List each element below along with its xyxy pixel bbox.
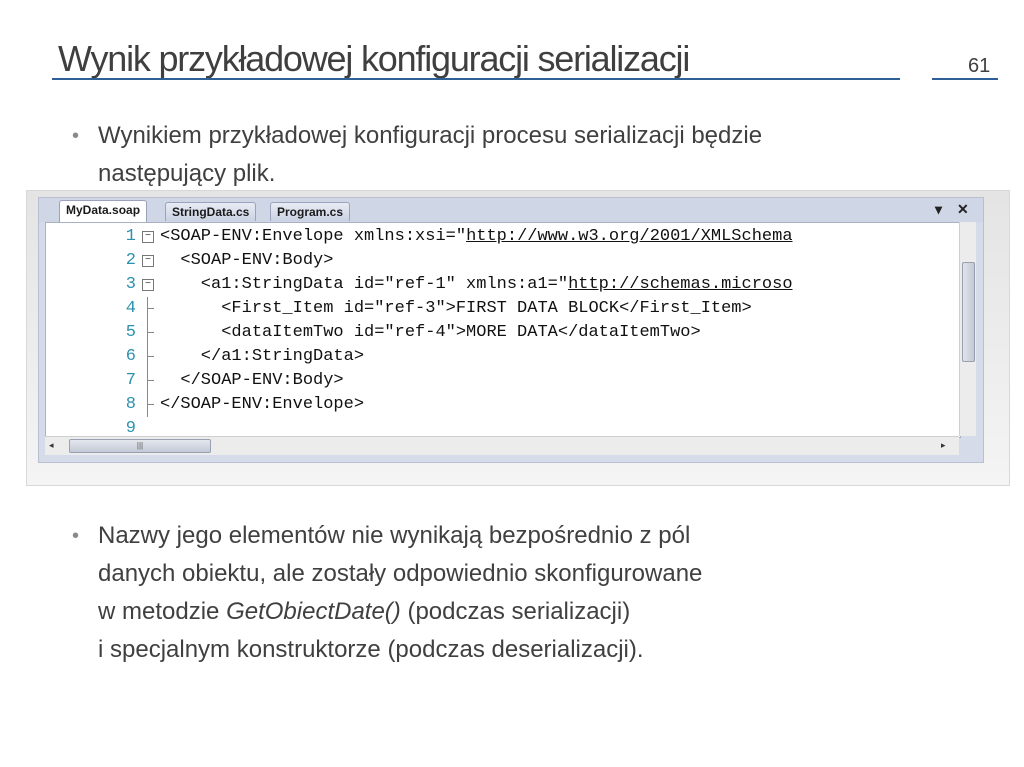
method-name: GetObiectDate(): [226, 598, 401, 625]
fold-guide-tick: [147, 332, 154, 333]
bullet-dot-icon: •: [72, 525, 80, 547]
slide-number: 61: [968, 55, 991, 77]
line-number: 9: [125, 419, 136, 438]
collapse-icon[interactable]: −: [142, 279, 154, 291]
code-segment: <First_Item id="ref-3">FIRST DATA BLOCK<…: [160, 299, 752, 318]
bullet-2-line-3-start: w metodzie: [98, 598, 227, 625]
horizontal-scrollbar-thumb[interactable]: |||: [69, 439, 211, 453]
code-line: 8 </SOAP-ENV:Envelope>: [46, 393, 960, 417]
vertical-scrollbar[interactable]: [959, 222, 976, 436]
code-segment: <SOAP-ENV:Envelope xmlns:xsi=": [160, 227, 467, 246]
code-text: <SOAP-ENV:Body>: [160, 249, 333, 273]
code-editor: MyData.soap StringData.cs Program.cs ▾ ✕…: [38, 197, 984, 463]
collapse-icon[interactable]: −: [142, 231, 154, 243]
bullet-2-line-4: i specjalnym konstruktorze (podczas dese…: [98, 636, 644, 663]
scroll-right-arrow-icon[interactable]: ▸: [941, 440, 946, 451]
code-text: <dataItemTwo id="ref-4">MORE DATA</dataI…: [160, 321, 701, 345]
line-number: 3: [125, 275, 136, 294]
line-number: 6: [125, 347, 136, 366]
vertical-scrollbar-thumb[interactable]: [962, 262, 975, 362]
close-icon[interactable]: ✕: [957, 201, 969, 218]
bullet-2-line-2: danych obiektu, ale zostały odpowiednio …: [98, 560, 703, 587]
code-url-link[interactable]: http://www.w3.org/2001/XMLSchema: [466, 227, 792, 246]
bullet-2-line-3-end: (podczas serializacji): [400, 598, 631, 625]
code-text: <SOAP-ENV:Envelope xmlns:xsi="http://www…: [160, 225, 793, 249]
code-segment: <a1:StringData id="ref-1" xmlns:a1=": [160, 275, 569, 294]
editor-tab-bar: MyData.soap StringData.cs Program.cs ▾ ✕: [39, 198, 983, 222]
bullet-1-line-1: Wynikiem przykładowej konfiguracji proce…: [98, 122, 763, 149]
code-line: 2− <SOAP-ENV:Body>: [46, 249, 960, 273]
line-number: 5: [125, 323, 136, 342]
code-text: <a1:StringData id="ref-1" xmlns:a1="http…: [160, 273, 793, 297]
line-number: 7: [125, 371, 136, 390]
line-number: 2: [125, 251, 136, 270]
slide-title: Wynik przykładowej konfiguracji serializ…: [58, 38, 690, 79]
tab-mydata-soap[interactable]: MyData.soap: [59, 200, 148, 222]
code-text: </SOAP-ENV:Body>: [160, 369, 344, 393]
code-text: </a1:StringData>: [160, 345, 364, 369]
line-number: 4: [125, 299, 136, 318]
code-segment: <SOAP-ENV:Body>: [160, 251, 334, 270]
fold-guide-tick: [147, 380, 154, 381]
fold-guide: [147, 321, 148, 345]
line-number: 1: [125, 227, 136, 246]
code-line: 5 <dataItemTwo id="ref-4">MORE DATA</dat…: [46, 321, 960, 345]
fold-guide-tick: [147, 356, 154, 357]
collapse-icon[interactable]: −: [142, 255, 154, 267]
code-area[interactable]: 1− <SOAP-ENV:Envelope xmlns:xsi="http://w…: [45, 222, 961, 438]
fold-guide: [147, 393, 148, 417]
slide-number-underline: [932, 78, 998, 80]
code-text: </SOAP-ENV:Envelope>: [160, 393, 364, 417]
fold-guide-tick: [147, 404, 154, 405]
bullet-2-line-1: Nazwy jego elementów nie wynikają bezpoś…: [98, 522, 691, 549]
bullet-dot-icon: •: [72, 125, 80, 147]
code-line: 7 </SOAP-ENV:Body>: [46, 369, 960, 393]
tab-stringdata-cs[interactable]: StringData.cs: [165, 202, 257, 221]
code-url-link[interactable]: http://schemas.microso: [568, 275, 792, 294]
code-line: 3− <a1:StringData id="ref-1" xmlns:a1="h…: [46, 273, 960, 297]
fold-guide: [147, 297, 148, 321]
bullet-1-line-2: następujący plik.: [98, 160, 276, 187]
code-text: <First_Item id="ref-3">FIRST DATA BLOCK<…: [160, 297, 752, 321]
line-number: 8: [125, 395, 136, 414]
scroll-left-arrow-icon[interactable]: ◂: [49, 440, 54, 451]
code-line: 4 <First_Item id="ref-3">FIRST DATA BLOC…: [46, 297, 960, 321]
title-underline: [52, 78, 900, 80]
code-segment: </SOAP-ENV:Body>: [160, 371, 344, 390]
code-segment: </a1:StringData>: [160, 347, 365, 366]
code-segment: <dataItemTwo id="ref-4">MORE DATA</dataI…: [160, 323, 701, 342]
code-line: 6 </a1:StringData>: [46, 345, 960, 369]
code-segment: </SOAP-ENV:Envelope>: [160, 395, 365, 414]
chevron-down-icon[interactable]: ▾: [935, 201, 942, 218]
tab-program-cs[interactable]: Program.cs: [270, 202, 351, 221]
horizontal-scrollbar[interactable]: ◂ ||| ▸: [45, 436, 959, 455]
bullet-2-line-3: w metodzie GetObiectDate() (podczas seri…: [98, 593, 702, 631]
fold-guide: [147, 345, 148, 369]
fold-guide: [147, 369, 148, 393]
code-line: 9: [46, 417, 960, 438]
fold-guide-tick: [147, 308, 154, 309]
code-line: 1− <SOAP-ENV:Envelope xmlns:xsi="http://w…: [46, 225, 960, 249]
